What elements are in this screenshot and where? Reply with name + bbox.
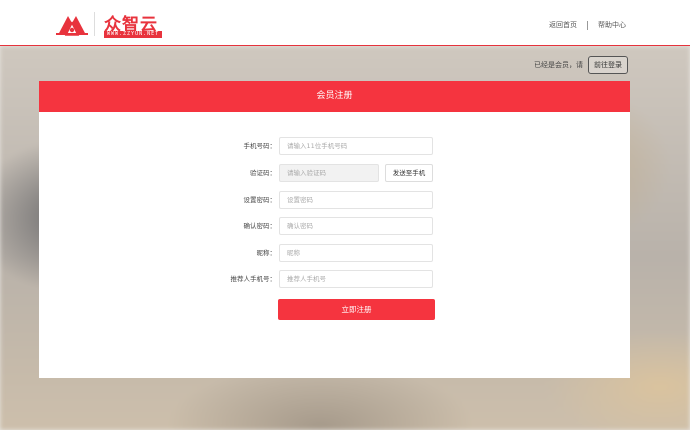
referrer-row: 推荐人手机号： — [39, 270, 630, 288]
register-submit-button[interactable]: 立即注册 — [278, 299, 435, 320]
help-link[interactable]: 帮助中心 — [598, 20, 626, 30]
logo[interactable]: 众智云 WWW.ZZYUN.NET — [56, 10, 176, 38]
confirm-password-label: 确认密码： — [243, 222, 277, 230]
nickname-label: 昵称： — [256, 249, 277, 257]
logo-divider — [94, 12, 95, 36]
phone-label: 手机号码： — [243, 142, 277, 150]
phone-input[interactable] — [279, 137, 433, 155]
logo-mark-icon — [56, 16, 88, 36]
confirm-password-input[interactable] — [279, 217, 433, 235]
code-row: 验证码： 发送至手机 — [39, 164, 630, 182]
nav-divider — [587, 20, 588, 30]
register-panel: 会员注册 手机号码： 验证码： 发送至手机 设置密码： 确认密码： 昵称： 推荐… — [39, 81, 630, 378]
code-label: 验证码： — [250, 169, 276, 177]
password-row: 设置密码： — [39, 191, 630, 209]
top-nav: 返回首页 帮助中心 — [549, 20, 626, 30]
password-label: 设置密码： — [243, 196, 277, 204]
phone-row: 手机号码： — [39, 137, 630, 155]
referrer-label: 推荐人手机号： — [230, 275, 277, 283]
nickname-row: 昵称： — [39, 244, 630, 262]
nickname-input[interactable] — [279, 244, 433, 262]
home-link[interactable]: 返回首页 — [549, 20, 577, 30]
member-login-prompt: 已经是会员，请 前往登录 — [534, 56, 628, 74]
code-input[interactable] — [279, 164, 379, 182]
brand-url: WWW.ZZYUN.NET — [104, 31, 163, 38]
member-prompt-text: 已经是会员，请 — [534, 61, 583, 69]
panel-title: 会员注册 — [39, 81, 630, 112]
password-input[interactable] — [279, 191, 433, 209]
login-button[interactable]: 前往登录 — [588, 56, 628, 74]
referrer-input[interactable] — [279, 270, 433, 288]
confirm-password-row: 确认密码： — [39, 217, 630, 235]
header: 众智云 WWW.ZZYUN.NET 返回首页 帮助中心 — [0, 0, 690, 46]
send-code-button[interactable]: 发送至手机 — [385, 164, 433, 182]
